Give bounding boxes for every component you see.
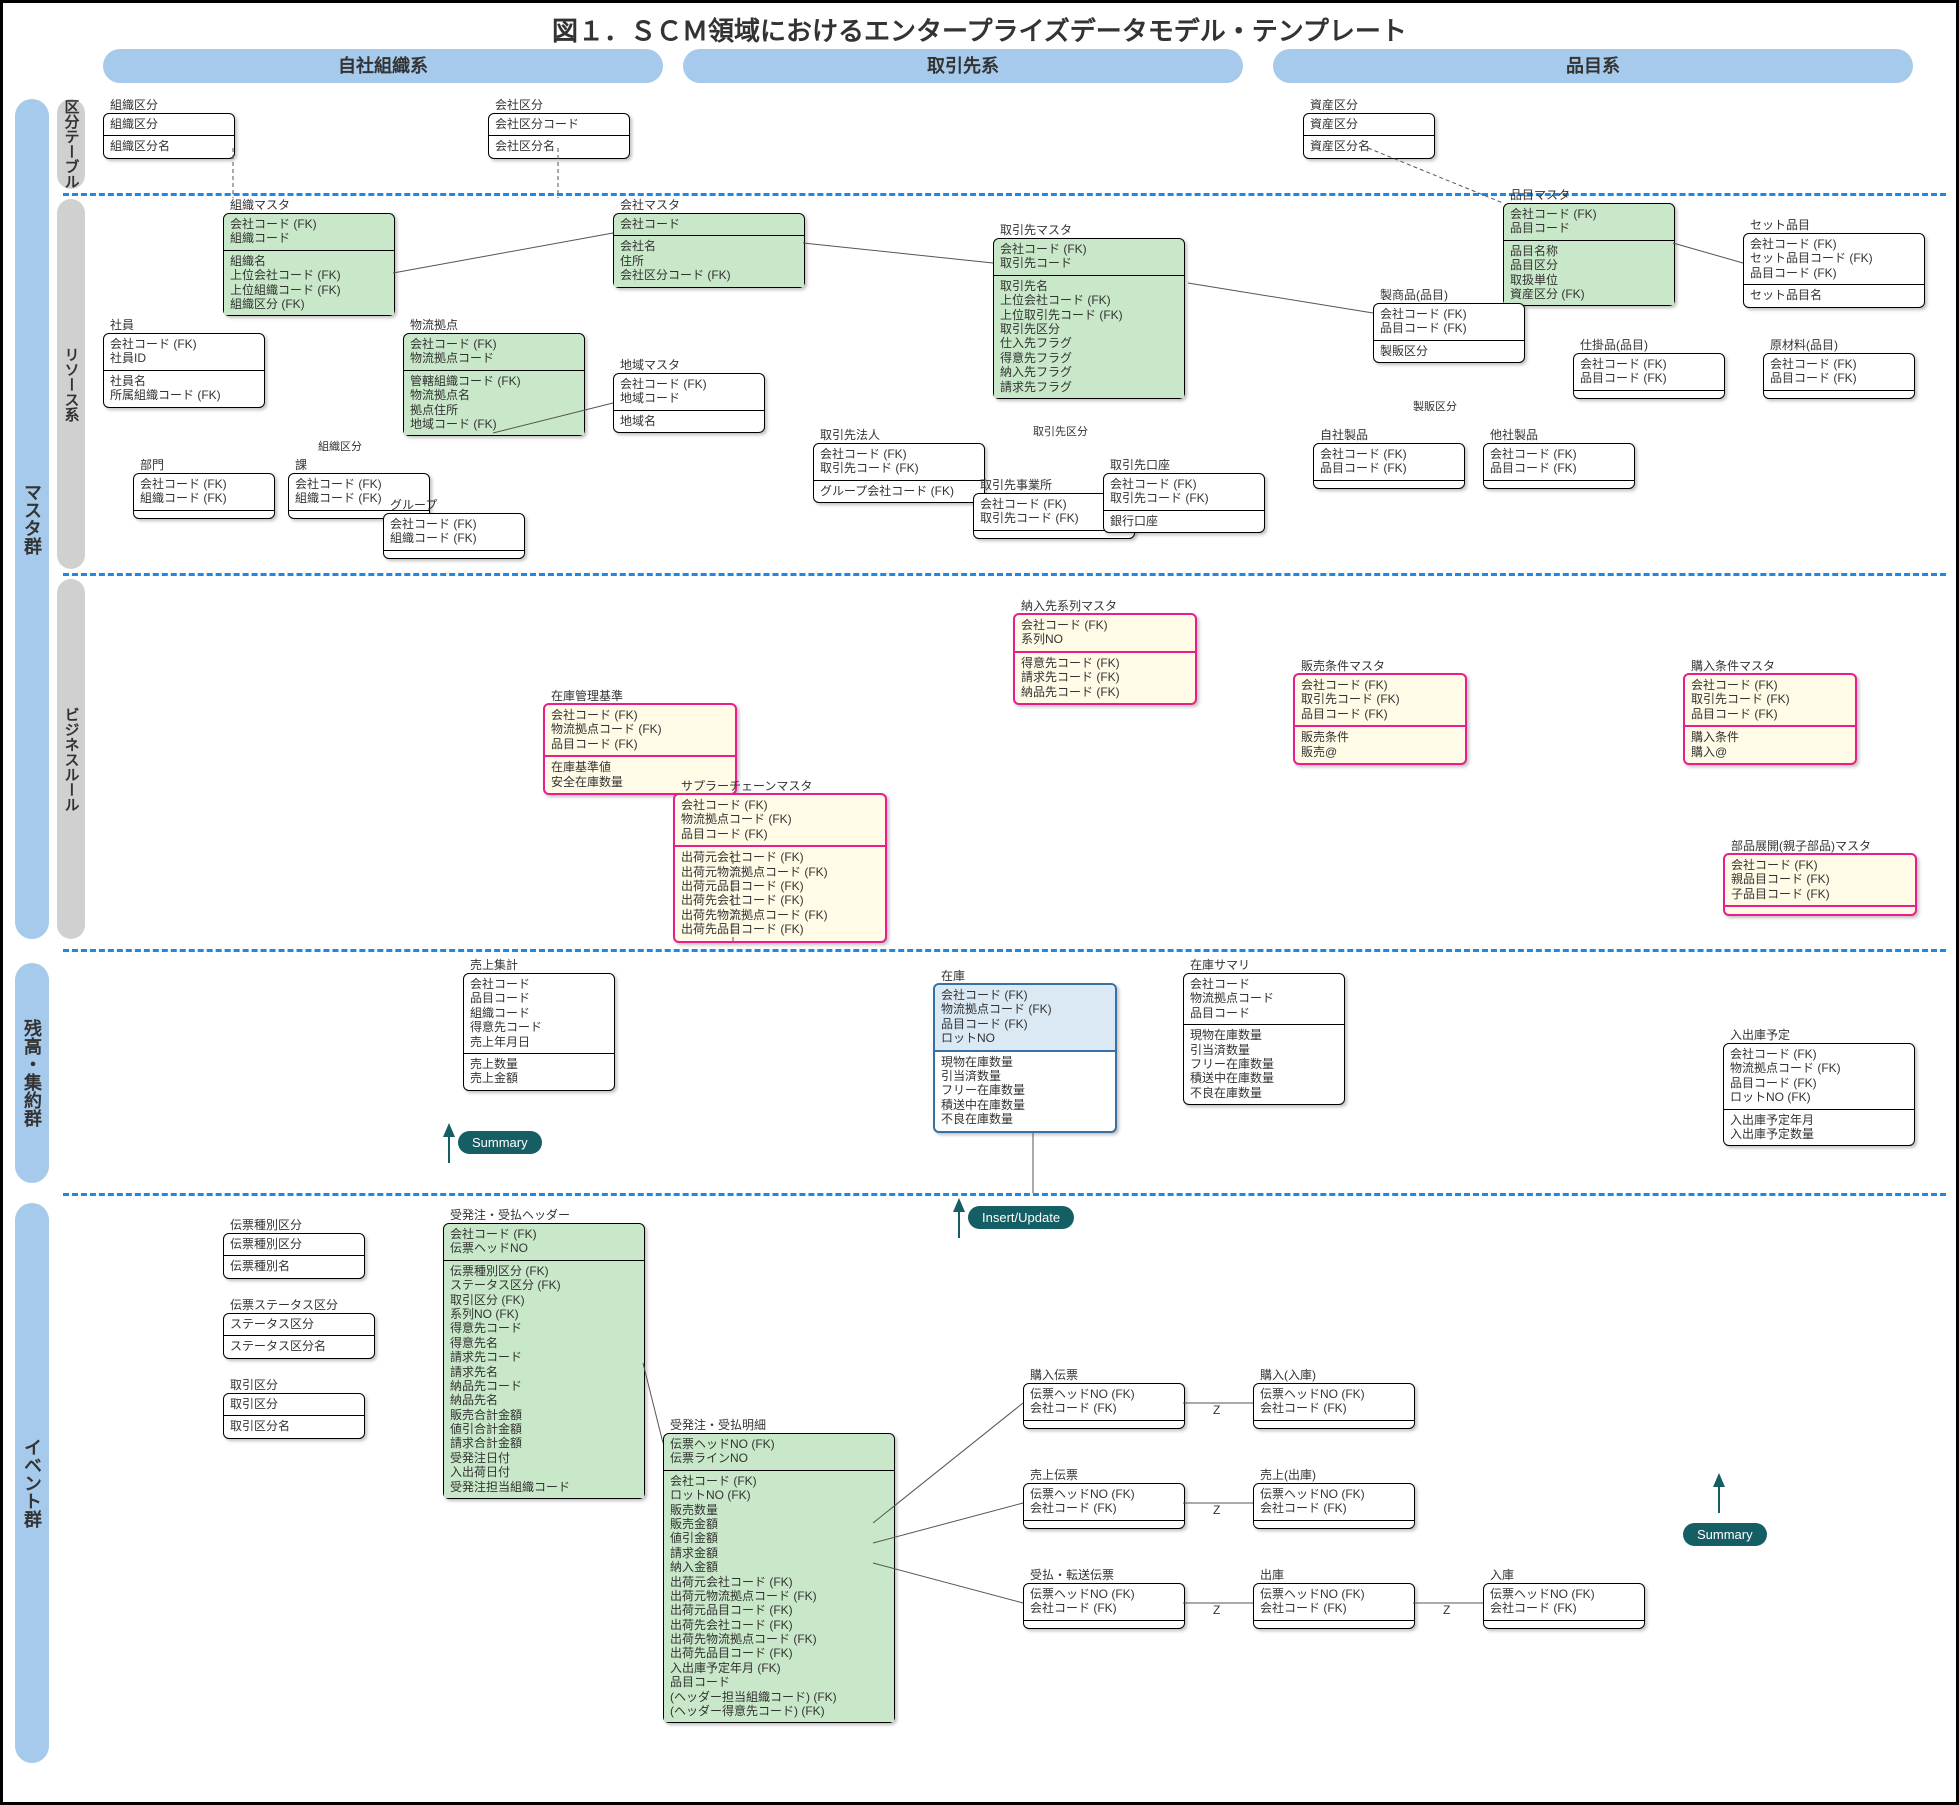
entity-jisha-seihin: 自社製品 会社コード (FK) 品目コード (FK) xyxy=(1313,443,1465,489)
pill-insert-update: Insert/Update xyxy=(968,1206,1074,1229)
entity-juhacchu-header: 受発注・受払ヘッダー 会社コード (FK) 伝票ヘッドNO 伝票種別区分 (FK… xyxy=(443,1223,645,1499)
divider-master-balance xyxy=(63,949,1946,952)
entity-chiiki-master: 地域マスタ 会社コード (FK) 地域コード 地域名 xyxy=(613,373,765,433)
band-business-rule: ビジネスルール xyxy=(57,579,85,939)
divider-kubun-resource xyxy=(63,193,1946,196)
entity-buhin-tenkai: 部品展開(親子部品)マスタ 会社コード (FK) 親品目コード (FK) 子品目… xyxy=(1723,853,1917,916)
entity-shain: 社員 会社コード (FK) 社員ID 社員名 所属組織コード (FK) xyxy=(103,333,265,408)
entity-tasha-seihin: 他社製品 会社コード (FK) 品目コード (FK) xyxy=(1483,443,1635,489)
arrow-summary-1 xyxy=(443,1123,455,1137)
entity-zaiko-summary: 在庫サマリ 会社コード 物流拠点コード 品目コード 現物在庫数量 引当済数量 フ… xyxy=(1183,973,1345,1105)
entity-bumon: 部門 会社コード (FK) 組織コード (FK) xyxy=(133,473,275,519)
entity-torihikisaki-hojin: 取引先法人 会社コード (FK) 取引先コード (FK) グループ会社コード (… xyxy=(813,443,985,503)
entity-hanbai-joken: 販売条件マスタ 会社コード (FK) 取引先コード (FK) 品目コード (FK… xyxy=(1293,673,1467,765)
entity-torihikisaki-master: 取引先マスタ 会社コード (FK) 取引先コード 取引先名 上位会社コード (F… xyxy=(993,238,1185,399)
entity-torihiki-kubun: 取引区分 取引区分 取引区分名 xyxy=(223,1393,365,1439)
entity-konyu-nyuko: 購入(入庫) 伝票ヘッドNO (FK) 会社コード (FK) xyxy=(1253,1383,1415,1429)
entity-kaisha-kubun: 会社区分 会社区分コード 会社区分名 xyxy=(488,113,630,159)
divider-resource-bizrule xyxy=(63,573,1946,576)
entity-uriage-denpyo: 売上伝票 伝票ヘッドNO (FK) 会社コード (FK) xyxy=(1023,1483,1185,1529)
label-soshiki-kubun: 組織区分 xyxy=(318,438,362,454)
entity-shisan-kubun: 資産区分 資産区分 資産区分名 xyxy=(1303,113,1435,159)
entity-uriage-shukko: 売上(出庫) 伝票ヘッドNO (FK) 会社コード (FK) xyxy=(1253,1483,1415,1529)
entity-seizohin: 製商品(品目) 会社コード (FK) 品目コード (FK) 製販区分 xyxy=(1373,303,1525,363)
entity-set-hinmoku: セット品目 会社コード (FK) セット品目コード (FK) 品目コード (FK… xyxy=(1743,233,1925,308)
entity-juhacchu-meisai: 受発注・受払明細 伝票ヘッドNO (FK) 伝票ラインNO 会社コード (FK)… xyxy=(663,1433,895,1723)
arrow-summary-2 xyxy=(1713,1473,1725,1487)
divider-balance-events xyxy=(63,1193,1946,1196)
entity-nyuko: 入庫 伝票ヘッドNO (FK) 会社コード (FK) xyxy=(1483,1583,1645,1629)
entity-butsuryu-kyoten: 物流拠点 会社コード (FK) 物流拠点コード 管轄組織コード (FK) 物流拠… xyxy=(403,333,585,436)
col-header-hinmoku: 品目系 xyxy=(1273,49,1913,83)
entity-denpyo-shubetsu: 伝票種別区分 伝票種別区分 伝票種別名 xyxy=(223,1233,365,1279)
z-mark-1: Z xyxy=(1213,1403,1220,1417)
entity-group: グループ 会社コード (FK) 組織コード (FK) xyxy=(383,513,525,559)
pill-summary-2: Summary xyxy=(1683,1523,1767,1546)
diagram-title: 図１．ＳＣＭ領域におけるエンタープライズデータモデル・テンプレート xyxy=(3,11,1956,48)
entity-soshiki-master: 組織マスタ 会社コード (FK) 組織コード 組織名 上位会社コード (FK) … xyxy=(223,213,395,316)
entity-ukeharai-tensou: 受払・転送伝票 伝票ヘッドNO (FK) 会社コード (FK) xyxy=(1023,1583,1185,1629)
col-header-jisha: 自社組織系 xyxy=(103,49,663,83)
entity-shikakehin: 仕掛品(品目) 会社コード (FK) 品目コード (FK) xyxy=(1573,353,1725,399)
label-torihikisaki-kubun: 取引先区分 xyxy=(1033,423,1088,439)
arrow-insert-update xyxy=(953,1198,965,1212)
entity-torihikisaki-koza: 取引先口座 会社コード (FK) 取引先コード (FK) 銀行口座 xyxy=(1103,473,1265,533)
band-master-group: マスタ群 xyxy=(15,99,49,939)
z-mark-2: Z xyxy=(1213,1503,1220,1517)
entity-nyushukko-yotei: 入出庫予定 会社コード (FK) 物流拠点コード (FK) 品目コード (FK)… xyxy=(1723,1043,1915,1146)
entity-supply-chain-master: サプラーチェーンマスタ 会社コード (FK) 物流拠点コード (FK) 品目コー… xyxy=(673,793,887,943)
band-kubun-table: 区分テーブル xyxy=(57,99,85,189)
band-balance: 残高・集約群 xyxy=(15,963,49,1183)
entity-genzairyo: 原材料(品目) 会社コード (FK) 品目コード (FK) xyxy=(1763,353,1915,399)
band-events: イベント群 xyxy=(15,1203,49,1763)
pill-summary-1: Summary xyxy=(458,1131,542,1154)
diagram-canvas: 図１．ＳＣＭ領域におけるエンタープライズデータモデル・テンプレート 自社組織系 … xyxy=(0,0,1959,1805)
entity-title: 組織区分 xyxy=(110,98,158,112)
entity-konyu-joken: 購入条件マスタ 会社コード (FK) 取引先コード (FK) 品目コード (FK… xyxy=(1683,673,1857,765)
label-seizo-kubun: 製販区分 xyxy=(1413,398,1457,414)
entity-hinmoku-master: 品目マスタ 会社コード (FK) 品目コード 品目名称 品目区分 取扱単位 資産… xyxy=(1503,203,1675,306)
z-mark-4: Z xyxy=(1443,1603,1450,1617)
entity-uriage-shukei: 売上集計 会社コード 品目コード 組織コード 得意先コード 売上年月日 売上数量… xyxy=(463,973,615,1091)
entity-konyu-denpyo: 購入伝票 伝票ヘッドNO (FK) 会社コード (FK) xyxy=(1023,1383,1185,1429)
entity-soshiki-kubun: 組織区分 組織区分 組織区分名 xyxy=(103,113,235,159)
col-header-torihiki: 取引先系 xyxy=(683,49,1243,83)
entity-kaisha-master: 会社マスタ 会社コード 会社名 住所 会社区分コード (FK) xyxy=(613,213,805,288)
band-resource: リソース系 xyxy=(57,199,85,569)
z-mark-3: Z xyxy=(1213,1603,1220,1617)
entity-shukko: 出庫 伝票ヘッドNO (FK) 会社コード (FK) xyxy=(1253,1583,1415,1629)
entity-denpyo-status: 伝票ステータス区分 ステータス区分 ステータス区分名 xyxy=(223,1313,375,1359)
entity-nounyusaki-keiretsu: 納入先系列マスタ 会社コード (FK) 系列NO 得意先コード (FK) 請求先… xyxy=(1013,613,1197,705)
entity-zaiko: 在庫 会社コード (FK) 物流拠点コード (FK) 品目コード (FK) ロッ… xyxy=(933,983,1117,1133)
